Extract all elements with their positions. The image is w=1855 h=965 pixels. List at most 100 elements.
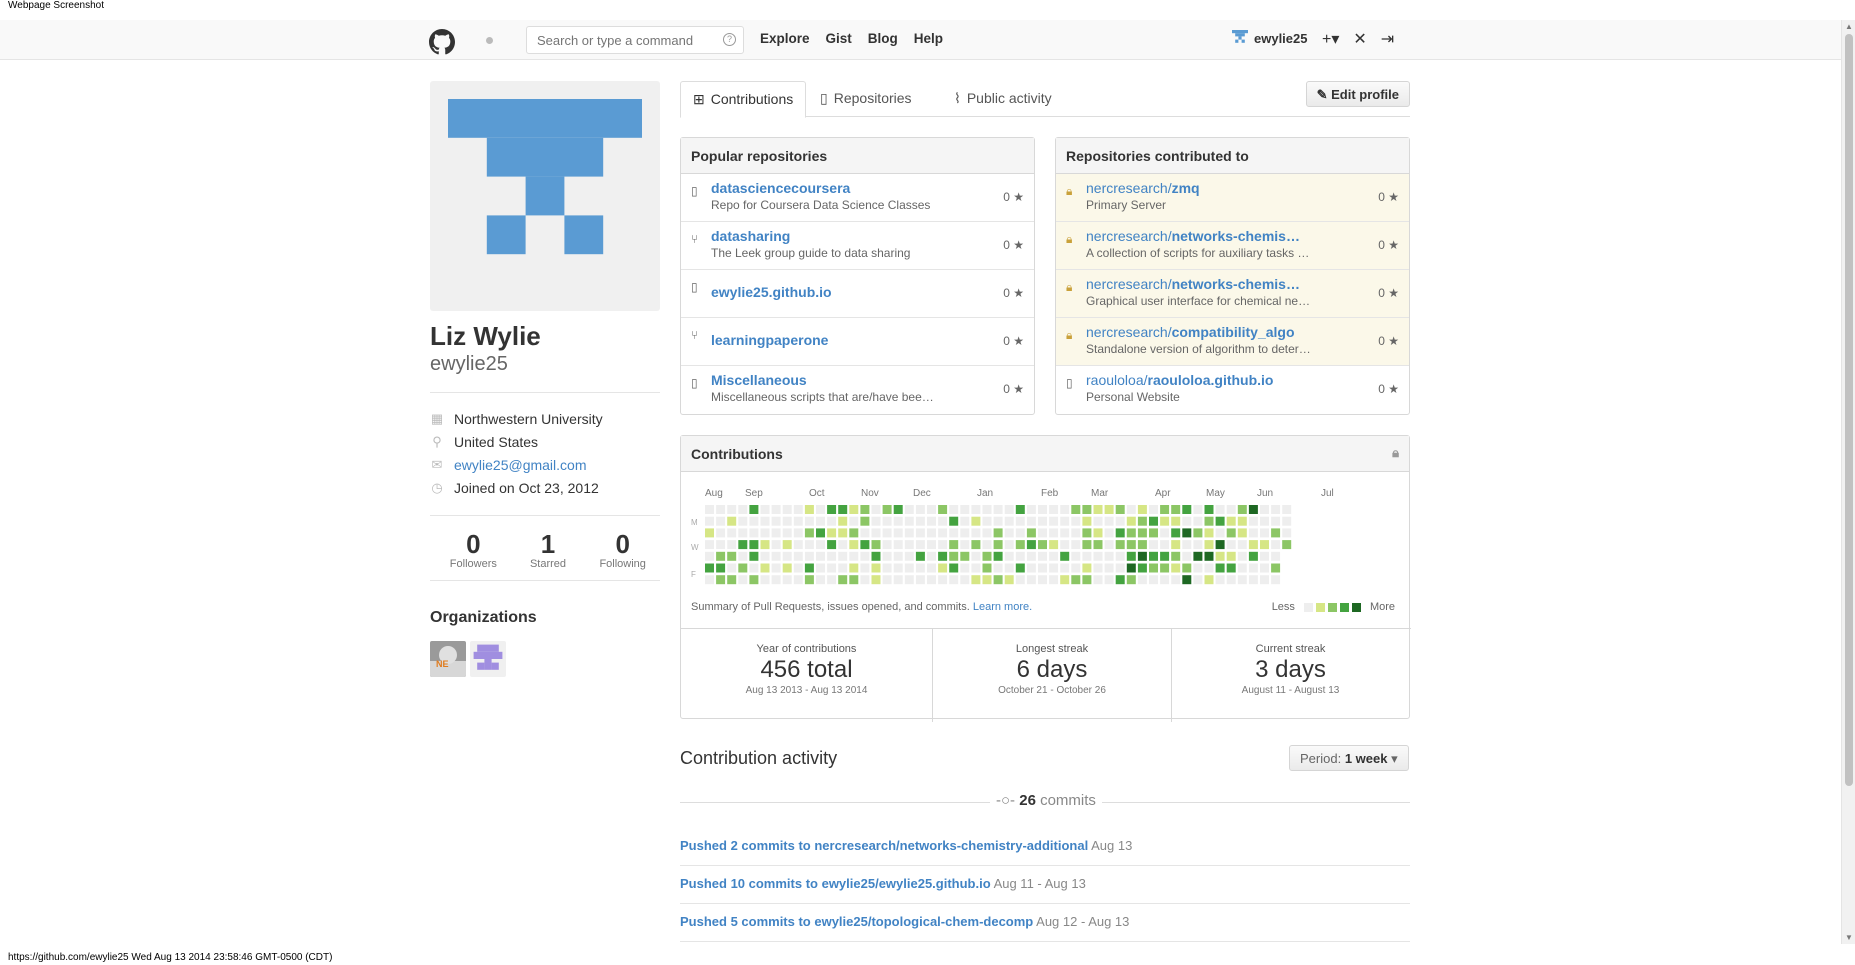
- calendar-day-cell[interactable]: [982, 575, 992, 585]
- calendar-day-cell[interactable]: [971, 528, 981, 538]
- calendar-day-cell[interactable]: [1104, 551, 1114, 561]
- calendar-day-cell[interactable]: [771, 575, 781, 585]
- calendar-day-cell[interactable]: [1215, 575, 1225, 585]
- calendar-day-cell[interactable]: [1137, 575, 1147, 585]
- calendar-day-cell[interactable]: [816, 563, 825, 573]
- calendar-day-cell[interactable]: [949, 505, 959, 514]
- calendar-day-cell[interactable]: [938, 540, 948, 550]
- calendar-day-cell[interactable]: [1015, 516, 1025, 526]
- scroll-down-icon[interactable]: ▼: [1845, 933, 1853, 942]
- calendar-day-cell[interactable]: [1093, 505, 1103, 514]
- calendar-day-cell[interactable]: [1071, 516, 1081, 526]
- calendar-day-cell[interactable]: [1171, 540, 1181, 550]
- calendar-day-cell[interactable]: [738, 551, 748, 561]
- calendar-day-cell[interactable]: [1038, 516, 1047, 526]
- calendar-day-cell[interactable]: [716, 505, 726, 514]
- calendar-day-cell[interactable]: [882, 505, 892, 514]
- calendar-day-cell[interactable]: [871, 505, 881, 514]
- calendar-day-cell[interactable]: [1237, 516, 1247, 526]
- calendar-day-cell[interactable]: [1082, 575, 1092, 585]
- calendar-day-cell[interactable]: [727, 516, 737, 526]
- calendar-day-cell[interactable]: [1215, 540, 1225, 550]
- calendar-day-cell[interactable]: [1160, 528, 1170, 538]
- following-stat[interactable]: 0 Following: [585, 530, 660, 570]
- learn-more-link[interactable]: Learn more.: [973, 601, 1032, 613]
- tab-contributions[interactable]: ⊞ Contributions: [680, 81, 807, 118]
- calendar-day-cell[interactable]: [804, 540, 814, 550]
- calendar-day-cell[interactable]: [705, 575, 714, 585]
- search-help-icon[interactable]: ?: [723, 33, 736, 46]
- calendar-day-cell[interactable]: [727, 528, 737, 538]
- calendar-day-cell[interactable]: [993, 563, 1003, 573]
- calendar-day-cell[interactable]: [904, 540, 914, 550]
- calendar-day-cell[interactable]: [893, 516, 903, 526]
- calendar-day-cell[interactable]: [1193, 505, 1203, 514]
- calendar-day-cell[interactable]: [1204, 540, 1214, 550]
- calendar-day-cell[interactable]: [1026, 528, 1036, 538]
- calendar-day-cell[interactable]: [1071, 540, 1081, 550]
- tab-repositories[interactable]: ▯ Repositories: [808, 81, 924, 117]
- calendar-day-cell[interactable]: [949, 563, 959, 573]
- calendar-day-cell[interactable]: [793, 516, 803, 526]
- create-new-icon[interactable]: +▾: [1322, 29, 1339, 49]
- repo-name-link[interactable]: nercresearch/compatibility_algo: [1086, 324, 1326, 340]
- period-dropdown[interactable]: Period: 1 week ▾: [1289, 745, 1409, 771]
- calendar-day-cell[interactable]: [1182, 540, 1192, 550]
- calendar-day-cell[interactable]: [938, 505, 948, 514]
- calendar-day-cell[interactable]: [1026, 575, 1036, 585]
- user-menu[interactable]: ewylie25: [1232, 30, 1308, 46]
- contributed-repo-item[interactable]: 🔒︎ nercresearch/compatibility_algo Standal…: [1056, 318, 1409, 366]
- nav-gist[interactable]: Gist: [826, 31, 852, 46]
- calendar-day-cell[interactable]: [1171, 563, 1181, 573]
- calendar-day-cell[interactable]: [1226, 563, 1236, 573]
- calendar-day-cell[interactable]: [1038, 540, 1047, 550]
- calendar-day-cell[interactable]: [1137, 540, 1147, 550]
- calendar-day-cell[interactable]: [716, 575, 726, 585]
- calendar-day-cell[interactable]: [1126, 575, 1136, 585]
- calendar-day-cell[interactable]: [1093, 528, 1103, 538]
- calendar-day-cell[interactable]: [871, 563, 881, 573]
- calendar-day-cell[interactable]: [904, 516, 914, 526]
- calendar-day-cell[interactable]: [1015, 575, 1025, 585]
- calendar-day-cell[interactable]: [793, 528, 803, 538]
- calendar-day-cell[interactable]: [727, 505, 737, 514]
- calendar-day-cell[interactable]: [971, 505, 981, 514]
- followers-stat[interactable]: 0 Followers: [436, 530, 511, 570]
- calendar-day-cell[interactable]: [738, 528, 748, 538]
- calendar-day-cell[interactable]: [915, 505, 925, 514]
- star-count[interactable]: 0 ★: [1378, 382, 1399, 396]
- calendar-day-cell[interactable]: [882, 563, 892, 573]
- calendar-day-cell[interactable]: [816, 540, 825, 550]
- calendar-day-cell[interactable]: [804, 575, 814, 585]
- calendar-day-cell[interactable]: [1137, 505, 1147, 514]
- calendar-day-cell[interactable]: [1271, 563, 1281, 573]
- contributed-repo-item[interactable]: 🔒︎ nercresearch/networks-chemis… Graphical…: [1056, 270, 1409, 318]
- calendar-day-cell[interactable]: [1248, 575, 1258, 585]
- calendar-day-cell[interactable]: [1082, 540, 1092, 550]
- calendar-day-cell[interactable]: [1137, 516, 1147, 526]
- tab-public-activity[interactable]: ⌇ Public activity: [942, 81, 1064, 117]
- calendar-day-cell[interactable]: [971, 563, 981, 573]
- calendar-day-cell[interactable]: [1237, 551, 1247, 561]
- calendar-day-cell[interactable]: [727, 540, 737, 550]
- calendar-day-cell[interactable]: [793, 551, 803, 561]
- calendar-day-cell[interactable]: [993, 516, 1003, 526]
- calendar-day-cell[interactable]: [816, 505, 825, 514]
- calendar-day-cell[interactable]: [938, 516, 948, 526]
- calendar-day-cell[interactable]: [1093, 575, 1103, 585]
- calendar-day-cell[interactable]: [1093, 540, 1103, 550]
- calendar-day-cell[interactable]: [760, 528, 770, 538]
- calendar-day-cell[interactable]: [1038, 551, 1047, 561]
- calendar-day-cell[interactable]: [971, 540, 981, 550]
- calendar-day-cell[interactable]: [1126, 563, 1136, 573]
- calendar-day-cell[interactable]: [1204, 516, 1214, 526]
- calendar-day-cell[interactable]: [1149, 505, 1158, 514]
- calendar-day-cell[interactable]: [1071, 528, 1081, 538]
- calendar-day-cell[interactable]: [1260, 540, 1269, 550]
- calendar-day-cell[interactable]: [971, 575, 981, 585]
- calendar-day-cell[interactable]: [1049, 528, 1059, 538]
- calendar-day-cell[interactable]: [1015, 528, 1025, 538]
- calendar-day-cell[interactable]: [1093, 551, 1103, 561]
- calendar-day-cell[interactable]: [782, 563, 792, 573]
- calendar-day-cell[interactable]: [1060, 528, 1070, 538]
